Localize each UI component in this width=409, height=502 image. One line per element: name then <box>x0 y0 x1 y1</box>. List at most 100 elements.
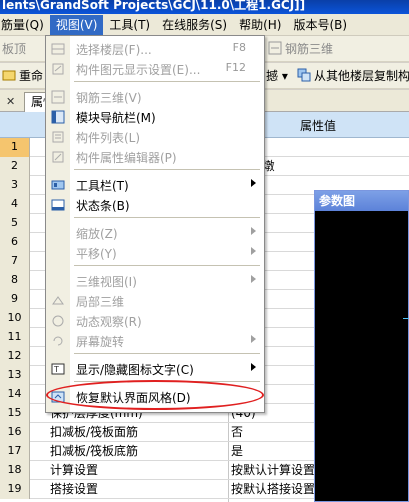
menu-item-13: 动态观察(R) <box>46 310 264 332</box>
row-number: 14 <box>0 385 30 404</box>
row-number: 7 <box>0 252 30 271</box>
menu-rebar-quantity[interactable]: 筋量(Q) <box>0 15 50 35</box>
row-number: 4 <box>0 195 30 214</box>
row-number: 5 <box>0 214 30 233</box>
menu-item-8[interactable]: 状态条(B) <box>46 194 264 216</box>
toolbar-rebar-3d-label: 钢筋三维 <box>285 42 334 56</box>
row-property-value[interactable]: 按默认搭接设置 <box>231 480 315 498</box>
rename-icon <box>2 68 16 82</box>
row-number: 13 <box>0 366 30 385</box>
row-number: 11 <box>0 328 30 347</box>
row-number: 15 <box>0 404 30 423</box>
submenu-arrow-icon <box>251 247 256 255</box>
menu-item-9: 缩放(Z) <box>46 222 264 244</box>
restore-layout-icon <box>51 390 65 404</box>
menu-item-label: 工具栏(T) <box>76 179 129 193</box>
menu-separator <box>74 353 260 354</box>
menu-item-label: 选择楼层(F)... <box>76 43 152 57</box>
row-number: 16 <box>0 423 30 442</box>
nav-bar-icon <box>51 110 65 124</box>
row-property-name: 搭接设置 <box>50 482 99 496</box>
menu-item-shortcut: F12 <box>225 61 246 74</box>
row-number: 19 <box>0 480 30 499</box>
copy-from-floor-label: 从其他楼层复制构 <box>314 69 409 83</box>
menu-item-10: 平移(Y) <box>46 242 264 264</box>
window-title: lents\GrandSoft Projects\GCJ\11.0\工程1.GC… <box>0 0 409 14</box>
menu-separator <box>74 81 260 82</box>
menu-version[interactable]: 版本号(B) <box>287 15 353 35</box>
menu-item-label: 恢复默认界面风格(D) <box>76 391 191 405</box>
menu-separator <box>74 381 260 382</box>
statusbar-icon <box>51 198 65 212</box>
menu-help[interactable]: 帮助(H) <box>233 15 287 35</box>
submenu-arrow-icon <box>251 179 256 187</box>
toolbar-rebar-3d-button[interactable]: 钢筋三维 <box>268 40 333 58</box>
menu-separator <box>74 169 260 170</box>
view-menu-dropdown: 选择楼层(F)... F8 构件图元显示设置(E)... F12 钢筋三维(V) 模块导航… <box>45 35 265 413</box>
partial-3d-icon <box>51 294 65 308</box>
orbit-icon <box>51 314 65 328</box>
display-settings-icon <box>51 62 65 76</box>
row-number: 17 <box>0 442 30 461</box>
row-property-value[interactable]: 是 <box>231 442 243 460</box>
menu-bar: 筋量(Q) 视图(V) 工具(T) 在线服务(S) 帮助(H) 版本号(B) <box>0 14 409 36</box>
row-property-value[interactable]: 按默认计算设置 <box>231 461 315 479</box>
submenu-arrow-icon <box>251 227 256 235</box>
parameter-diagram-window[interactable]: 参数图 <box>314 190 409 502</box>
diagram-marker <box>403 318 409 319</box>
menu-view[interactable]: 视图(V) <box>49 14 104 35</box>
menu-item-4[interactable]: 模块导航栏(M) <box>46 106 264 128</box>
row-property-name: 扣减板/筏板底筋 <box>50 444 139 458</box>
menu-item-label: 平移(Y) <box>76 247 117 261</box>
toolbar-icon <box>51 178 65 192</box>
toolbar-rename-button[interactable]: 重命 <box>2 67 43 85</box>
menu-item-11: 三维视图(I) <box>46 270 264 292</box>
row-number: 18 <box>0 461 30 480</box>
row-number: 6 <box>0 233 30 252</box>
toolbar-slab-top-button[interactable]: 板顶 <box>2 40 26 58</box>
menu-item-16[interactable]: 恢复默认界面风格(D) <box>46 386 264 408</box>
row-number: 8 <box>0 271 30 290</box>
svg-text:T: T <box>53 365 59 374</box>
menu-item-label: 模块导航栏(M) <box>76 111 156 125</box>
row-number: 1 <box>0 138 30 157</box>
menu-separator <box>74 217 260 218</box>
row-number: 2 <box>0 157 30 176</box>
menu-item-label: 显示/隐藏图标文字(C) <box>76 363 194 377</box>
floor-select-icon <box>51 42 65 56</box>
menu-item-15[interactable]: T 显示/隐藏图标文字(C) <box>46 358 264 380</box>
menu-item-3: 钢筋三维(V) <box>46 86 264 108</box>
menu-item-shortcut: F8 <box>232 41 246 54</box>
menu-item-label: 构件图元显示设置(E)... <box>76 63 201 77</box>
rebar-3d-icon <box>51 90 65 104</box>
close-icon[interactable]: ✕ <box>6 95 15 108</box>
menu-item-2: 构件图元显示设置(E)... F12 <box>46 58 264 80</box>
row-property-value[interactable]: 否 <box>231 423 243 441</box>
menu-item-6: 构件属性编辑器(P) <box>46 146 264 168</box>
menu-item-label: 三维视图(I) <box>76 275 137 289</box>
diagram-title: 参数图 <box>315 191 408 211</box>
menu-online-service[interactable]: 在线服务(S) <box>156 15 233 35</box>
chevron-down-icon: ▾ <box>278 69 288 83</box>
toolbar-dropdown-label: 撼 <box>266 69 279 83</box>
menu-item-label: 状态条(B) <box>76 199 130 213</box>
menu-item-label: 缩放(Z) <box>76 227 118 241</box>
menu-item-1: 选择楼层(F)... F8 <box>46 38 264 60</box>
row-number: 12 <box>0 347 30 366</box>
component-list-icon <box>51 130 65 144</box>
menu-item-label: 动态观察(R) <box>76 315 142 329</box>
menu-separator <box>74 265 260 266</box>
submenu-arrow-icon <box>251 275 256 283</box>
menu-item-14: 屏幕旋转 <box>46 330 264 352</box>
menu-tools[interactable]: 工具(T) <box>103 15 156 35</box>
row-property-name: 计算设置 <box>50 463 99 477</box>
menu-item-7[interactable]: 工具栏(T) <box>46 174 264 196</box>
menu-item-label: 局部三维 <box>76 295 125 309</box>
copy-from-floor-button[interactable]: 从其他楼层复制构 <box>297 67 409 85</box>
row-number: 10 <box>0 309 30 328</box>
icon-text-icon: T <box>51 362 65 376</box>
screen-rotate-icon <box>51 334 65 348</box>
toolbar-dropdown[interactable]: 撼 ▾ <box>266 67 288 85</box>
copy-floor-icon <box>297 68 311 82</box>
menu-item-12: 局部三维 <box>46 290 264 312</box>
